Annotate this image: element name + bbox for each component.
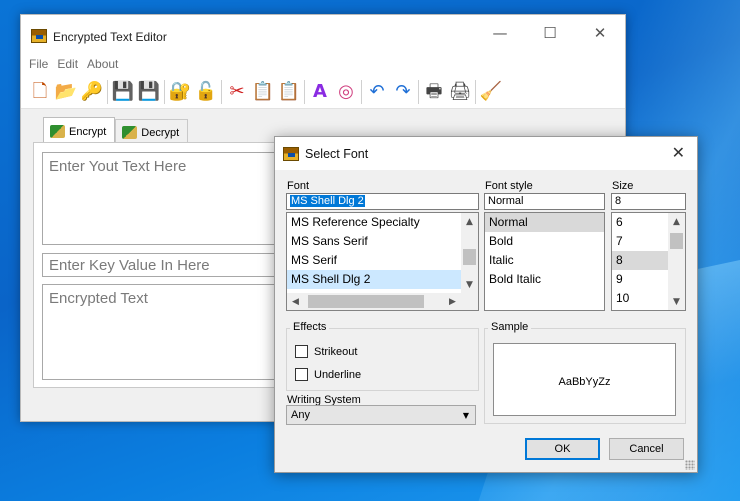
effects-label: Effects <box>290 321 330 333</box>
tab-bar: Encrypt Decrypt <box>43 117 189 142</box>
font-icon[interactable]: A <box>309 81 331 103</box>
app-icon <box>283 146 299 161</box>
effects-group <box>286 328 479 391</box>
font-list-scrollbar[interactable]: ▲ ▼ <box>461 213 478 293</box>
sample-text: AaBbYyZz <box>558 375 611 388</box>
toolbar-separator <box>107 79 108 104</box>
key-icon <box>50 125 65 138</box>
print-preview-icon[interactable]: 🖨 <box>449 81 472 103</box>
font-style-item[interactable]: Bold Italic <box>485 270 604 289</box>
scroll-up-icon[interactable]: ▲ <box>461 213 478 230</box>
tab-encrypt[interactable]: Encrypt <box>43 117 116 142</box>
tab-encrypt-label: Encrypt <box>69 125 107 138</box>
tab-decrypt[interactable]: Decrypt <box>115 119 189 142</box>
font-list-item[interactable]: MS Serif <box>287 251 478 270</box>
dialog-close-button[interactable]: ✕ <box>672 143 685 162</box>
color-icon[interactable]: ◎ <box>335 81 357 103</box>
encrypted-text-output[interactable]: Encrypted Text <box>42 284 290 380</box>
toolbar: 🗋 📂 🔑 💾 💾 🔐 🔓 ✂ 📋 📋 A ◎ ↶ ↷ 🖶 🖨 🧹 <box>21 75 625 109</box>
font-list-hscrollbar[interactable]: ◀ ▶ <box>287 293 461 310</box>
close-button[interactable]: ✕ <box>575 15 625 51</box>
chevron-down-icon: ▼ <box>462 411 469 420</box>
undo-icon[interactable]: ↶ <box>366 81 388 103</box>
scroll-down-icon[interactable]: ▼ <box>461 276 478 293</box>
maximize-button[interactable]: ☐ <box>525 15 575 51</box>
toolbar-separator <box>361 79 362 104</box>
clear-icon[interactable]: 🧹 <box>480 81 502 103</box>
scroll-corner <box>461 293 478 310</box>
copy-icon[interactable]: 📋 <box>252 81 274 103</box>
cancel-button[interactable]: Cancel <box>609 438 684 460</box>
writing-system-select[interactable]: Any ▼ <box>286 405 476 425</box>
key-icon <box>122 126 138 139</box>
font-label: Font <box>287 180 310 192</box>
paste-icon[interactable]: 📋 <box>278 81 300 103</box>
underline-checkbox[interactable]: Underline <box>295 368 361 381</box>
toolbar-separator <box>475 79 476 104</box>
app-icon <box>31 29 47 43</box>
font-list[interactable]: MS Reference Specialty MS Sans Serif MS … <box>286 212 479 311</box>
sample-label: Sample <box>488 321 532 333</box>
menu-about[interactable]: About <box>87 57 118 71</box>
strikeout-checkbox[interactable]: Strikeout <box>295 345 357 358</box>
key-input[interactable]: Enter Key Value In Here <box>42 253 290 277</box>
writing-system-value: Any <box>291 409 310 421</box>
font-list-item[interactable]: MS Reference Specialty <box>287 213 478 232</box>
font-style-item[interactable]: Italic <box>485 251 604 270</box>
strikeout-label: Strikeout <box>314 345 358 358</box>
scroll-right-icon[interactable]: ▶ <box>444 297 461 307</box>
font-style-list[interactable]: Normal Bold Italic Bold Italic <box>484 212 605 311</box>
scroll-up-icon[interactable]: ▲ <box>668 213 685 230</box>
font-style-item[interactable]: Bold <box>485 232 604 251</box>
menu-file[interactable]: File <box>29 57 48 71</box>
font-name-input[interactable]: MS Shell Dlg 2 <box>286 193 479 210</box>
toolbar-separator <box>304 79 305 104</box>
scroll-thumb[interactable] <box>308 295 424 308</box>
font-name-value: MS Shell Dlg 2 <box>290 195 365 207</box>
window-title: Encrypted Text Editor <box>53 30 167 44</box>
window-controls: — ☐ ✕ <box>475 15 625 51</box>
underline-label: Underline <box>314 368 362 381</box>
checkbox-box[interactable] <box>295 368 308 381</box>
font-style-input[interactable]: Normal <box>484 193 605 210</box>
decrypt-icon[interactable]: 🔓 <box>195 81 217 103</box>
dialog-title-bar[interactable]: Select Font ✕ <box>275 137 697 170</box>
font-list-item-selected[interactable]: MS Shell Dlg 2 <box>287 270 478 289</box>
print-icon[interactable]: 🖶 <box>423 81 445 103</box>
plain-text-input[interactable]: Enter Yout Text Here <box>42 152 290 245</box>
size-item-selected[interactable]: 8 <box>612 251 668 270</box>
ok-button[interactable]: OK <box>525 438 600 460</box>
font-list-item[interactable]: MS Sans Serif <box>287 232 478 251</box>
font-style-label: Font style <box>485 180 533 192</box>
save-icon[interactable]: 💾 <box>112 81 134 103</box>
size-list-scrollbar[interactable]: ▲ ▼ <box>668 213 685 310</box>
scroll-down-icon[interactable]: ▼ <box>668 293 685 310</box>
size-input[interactable]: 8 <box>611 193 686 210</box>
select-font-dialog: Select Font ✕ Font MS Shell Dlg 2 MS Ref… <box>274 136 698 473</box>
dialog-title: Select Font <box>305 146 369 161</box>
scroll-thumb[interactable] <box>670 233 683 249</box>
scroll-thumb[interactable] <box>463 249 476 265</box>
title-bar[interactable]: Encrypted Text Editor — ☐ ✕ <box>21 15 625 59</box>
checkbox-box[interactable] <box>295 345 308 358</box>
menu-edit[interactable]: Edit <box>57 57 78 71</box>
tab-decrypt-label: Decrypt <box>141 126 180 139</box>
toolbar-separator <box>221 79 222 104</box>
minimize-button[interactable]: — <box>475 15 525 51</box>
toolbar-separator <box>418 79 419 104</box>
save-as-icon[interactable]: 💾 <box>138 81 160 103</box>
open-icon[interactable]: 📂 <box>55 81 77 103</box>
scroll-left-icon[interactable]: ◀ <box>287 297 304 307</box>
font-style-item-selected[interactable]: Normal <box>485 213 604 232</box>
size-list[interactable]: 6 7 8 9 10 ▲ ▼ <box>611 212 686 311</box>
encrypt-icon[interactable]: 🔐 <box>169 81 191 103</box>
cut-icon[interactable]: ✂ <box>226 81 248 103</box>
open-key-icon[interactable]: 🔑 <box>81 81 103 103</box>
size-label: Size <box>612 180 634 192</box>
redo-icon[interactable]: ↷ <box>392 81 414 103</box>
sample-preview: AaBbYyZz <box>493 343 676 416</box>
new-icon[interactable]: 🗋 <box>29 81 51 103</box>
toolbar-separator <box>164 79 165 104</box>
resize-grip-icon[interactable] <box>685 460 695 470</box>
